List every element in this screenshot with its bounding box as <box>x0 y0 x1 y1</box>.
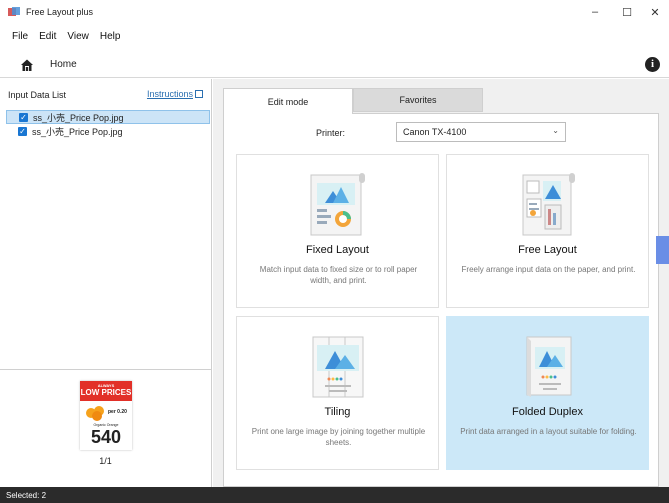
list-item[interactable]: ✓ ss_小売_Price Pop.jpg <box>6 124 210 138</box>
file-name: ss_小売_Price Pop.jpg <box>32 126 123 137</box>
maximize-button[interactable]: ☐ <box>612 0 642 24</box>
input-data-panel: Input Data List Instructions ✓ ss_小売_Pri… <box>0 79 212 487</box>
free-layout-icon <box>522 173 575 236</box>
file-name: ss_小売_Price Pop.jpg <box>33 112 124 123</box>
menu-edit[interactable]: Edit <box>39 31 56 42</box>
card-title: Free Layout <box>518 244 577 256</box>
card-description: Print one large image by joining togethe… <box>251 427 426 447</box>
title-bar: Free Layout plus – ☐ ✕ <box>0 0 669 24</box>
input-data-heading: Input Data List <box>8 90 67 100</box>
fixed-layout-icon <box>310 173 365 236</box>
card-description: Freely arrange input data on the paper, … <box>461 265 636 274</box>
card-title: Fixed Layout <box>306 244 369 256</box>
oranges-image <box>86 406 108 421</box>
mode-panel: Edit mode Favorites Printer: Canon TX-41… <box>213 79 669 487</box>
chevron-down-icon: ⌄ <box>552 126 559 135</box>
tiling-card[interactable]: Tiling Print one large image by joining … <box>236 316 439 470</box>
big-price-text: 540 <box>90 427 122 447</box>
tiling-icon <box>312 336 364 398</box>
fixed-layout-card[interactable]: Fixed Layout Match input data to fixed s… <box>236 154 439 308</box>
small-price-text: per 0.20 <box>108 409 127 415</box>
app-logo-icon <box>8 7 20 17</box>
always-text: ALWAYS <box>97 383 115 388</box>
menu-help[interactable]: Help <box>100 31 121 42</box>
menu-bar: File Edit View Help <box>0 26 131 46</box>
thumbnail-preview[interactable]: ALWAYS LOW PRICES per 0.20 Organic Orang… <box>80 381 132 450</box>
home-bar: Home i <box>0 52 669 78</box>
app-window: Free Layout plus – ☐ ✕ File Edit View He… <box>0 0 669 503</box>
menu-view[interactable]: View <box>67 31 89 42</box>
printer-label: Printer: <box>316 128 346 138</box>
home-label[interactable]: Home <box>50 59 77 70</box>
page-counter: 1/1 <box>99 456 112 466</box>
status-bar: Selected: 2 <box>0 487 669 503</box>
printer-value: Canon TX-4100 <box>403 127 467 137</box>
free-layout-card[interactable]: Free Layout Freely arrange input data on… <box>446 154 649 308</box>
close-button[interactable]: ✕ <box>640 0 669 24</box>
checkbox-checked-icon[interactable]: ✓ <box>18 126 27 136</box>
printer-select[interactable]: Canon TX-4100 ⌄ <box>396 122 566 142</box>
edit-mode-content: Printer: Canon TX-4100 ⌄ Fixed Layout Ma… <box>223 113 659 487</box>
menu-file[interactable]: File <box>12 31 28 42</box>
minimize-button[interactable]: – <box>580 0 610 24</box>
selection-count: Selected: 2 <box>6 490 47 500</box>
side-panel-handle[interactable] <box>656 236 669 264</box>
folded-duplex-card[interactable]: Folded Duplex Print data arranged in a l… <box>446 316 649 470</box>
instructions-link[interactable]: Instructions <box>147 89 203 99</box>
window-title: Free Layout plus <box>26 7 94 17</box>
folded-duplex-icon <box>526 336 572 397</box>
preview-area: ALWAYS LOW PRICES per 0.20 Organic Orang… <box>0 369 211 487</box>
card-title: Folded Duplex <box>512 406 583 418</box>
external-link-icon <box>195 90 203 98</box>
info-icon[interactable]: i <box>645 57 660 72</box>
tab-edit-mode[interactable]: Edit mode <box>223 88 353 114</box>
instructions-label[interactable]: Instructions <box>147 89 193 99</box>
checkbox-checked-icon[interactable]: ✓ <box>19 112 28 122</box>
card-description: Print data arranged in a layout suitable… <box>460 427 637 436</box>
file-list: ✓ ss_小売_Price Pop.jpg ✓ ss_小売_Price Pop.… <box>6 110 210 138</box>
card-description: Match input data to fixed size or to rol… <box>259 265 418 285</box>
home-icon[interactable] <box>20 58 34 72</box>
list-item[interactable]: ✓ ss_小売_Price Pop.jpg <box>6 110 210 124</box>
price-pop-header: ALWAYS LOW PRICES <box>80 381 132 401</box>
tab-favorites[interactable]: Favorites <box>353 88 483 112</box>
low-prices-text: LOW PRICES <box>80 388 132 397</box>
card-title: Tiling <box>324 406 351 418</box>
